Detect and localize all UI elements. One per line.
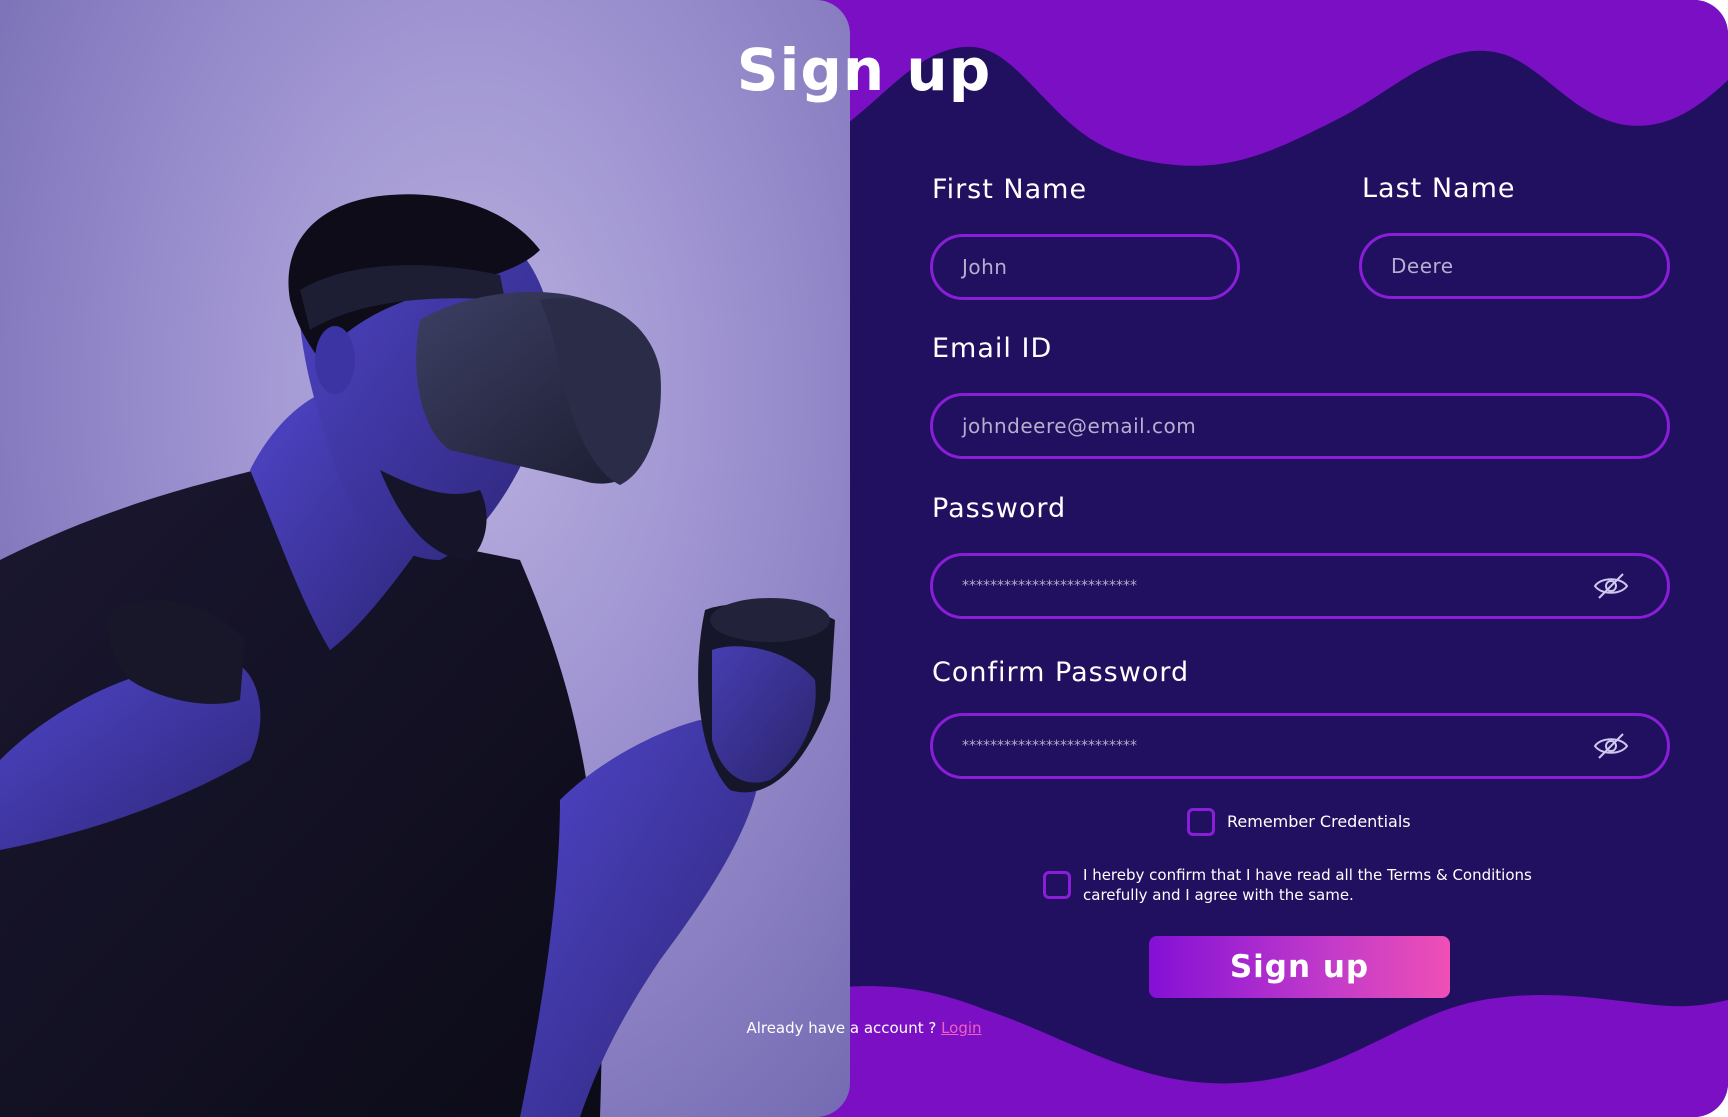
confirm-password-field[interactable]: *************************	[930, 713, 1670, 779]
password-value: *************************	[962, 578, 1137, 594]
password-label: Password	[932, 493, 1067, 524]
confirm-password-label: Confirm Password	[932, 657, 1190, 688]
remember-label: Remember Credentials	[1227, 812, 1411, 831]
confirm-password-value: *************************	[962, 738, 1137, 754]
page-title: Sign up	[736, 36, 992, 104]
last-name-field[interactable]: Deere	[1359, 233, 1670, 299]
signup-button[interactable]: Sign up	[1149, 936, 1450, 998]
last-name-value: Deere	[1391, 254, 1454, 278]
email-value: johndeere@email.com	[962, 414, 1197, 438]
terms-checkbox[interactable]	[1043, 871, 1071, 899]
hero-photo	[0, 0, 850, 1117]
terms-label: I hereby confirm that I have read all th…	[1083, 866, 1532, 904]
remember-credentials: Remember Credentials	[1187, 808, 1411, 836]
terms-agreement: I hereby confirm that I have read all th…	[1043, 865, 1553, 905]
signup-screen: Sign up First Name John Last Name Deere …	[0, 0, 1728, 1117]
account-prompt-text: Already have a account ?	[746, 1019, 937, 1037]
eye-slash-icon[interactable]	[1593, 571, 1629, 601]
first-name-label: First Name	[932, 174, 1088, 205]
login-prompt: Already have a account ? Login	[0, 1019, 1728, 1037]
last-name-label: Last Name	[1362, 173, 1516, 204]
password-field[interactable]: *************************	[930, 553, 1670, 619]
email-field[interactable]: johndeere@email.com	[930, 393, 1670, 459]
first-name-field[interactable]: John	[930, 234, 1240, 300]
vr-user-illustration	[0, 194, 835, 1117]
eye-slash-icon[interactable]	[1593, 731, 1629, 761]
email-label: Email ID	[932, 333, 1053, 364]
first-name-value: John	[962, 255, 1008, 279]
remember-checkbox[interactable]	[1187, 808, 1215, 836]
login-link[interactable]: Login	[941, 1019, 981, 1037]
